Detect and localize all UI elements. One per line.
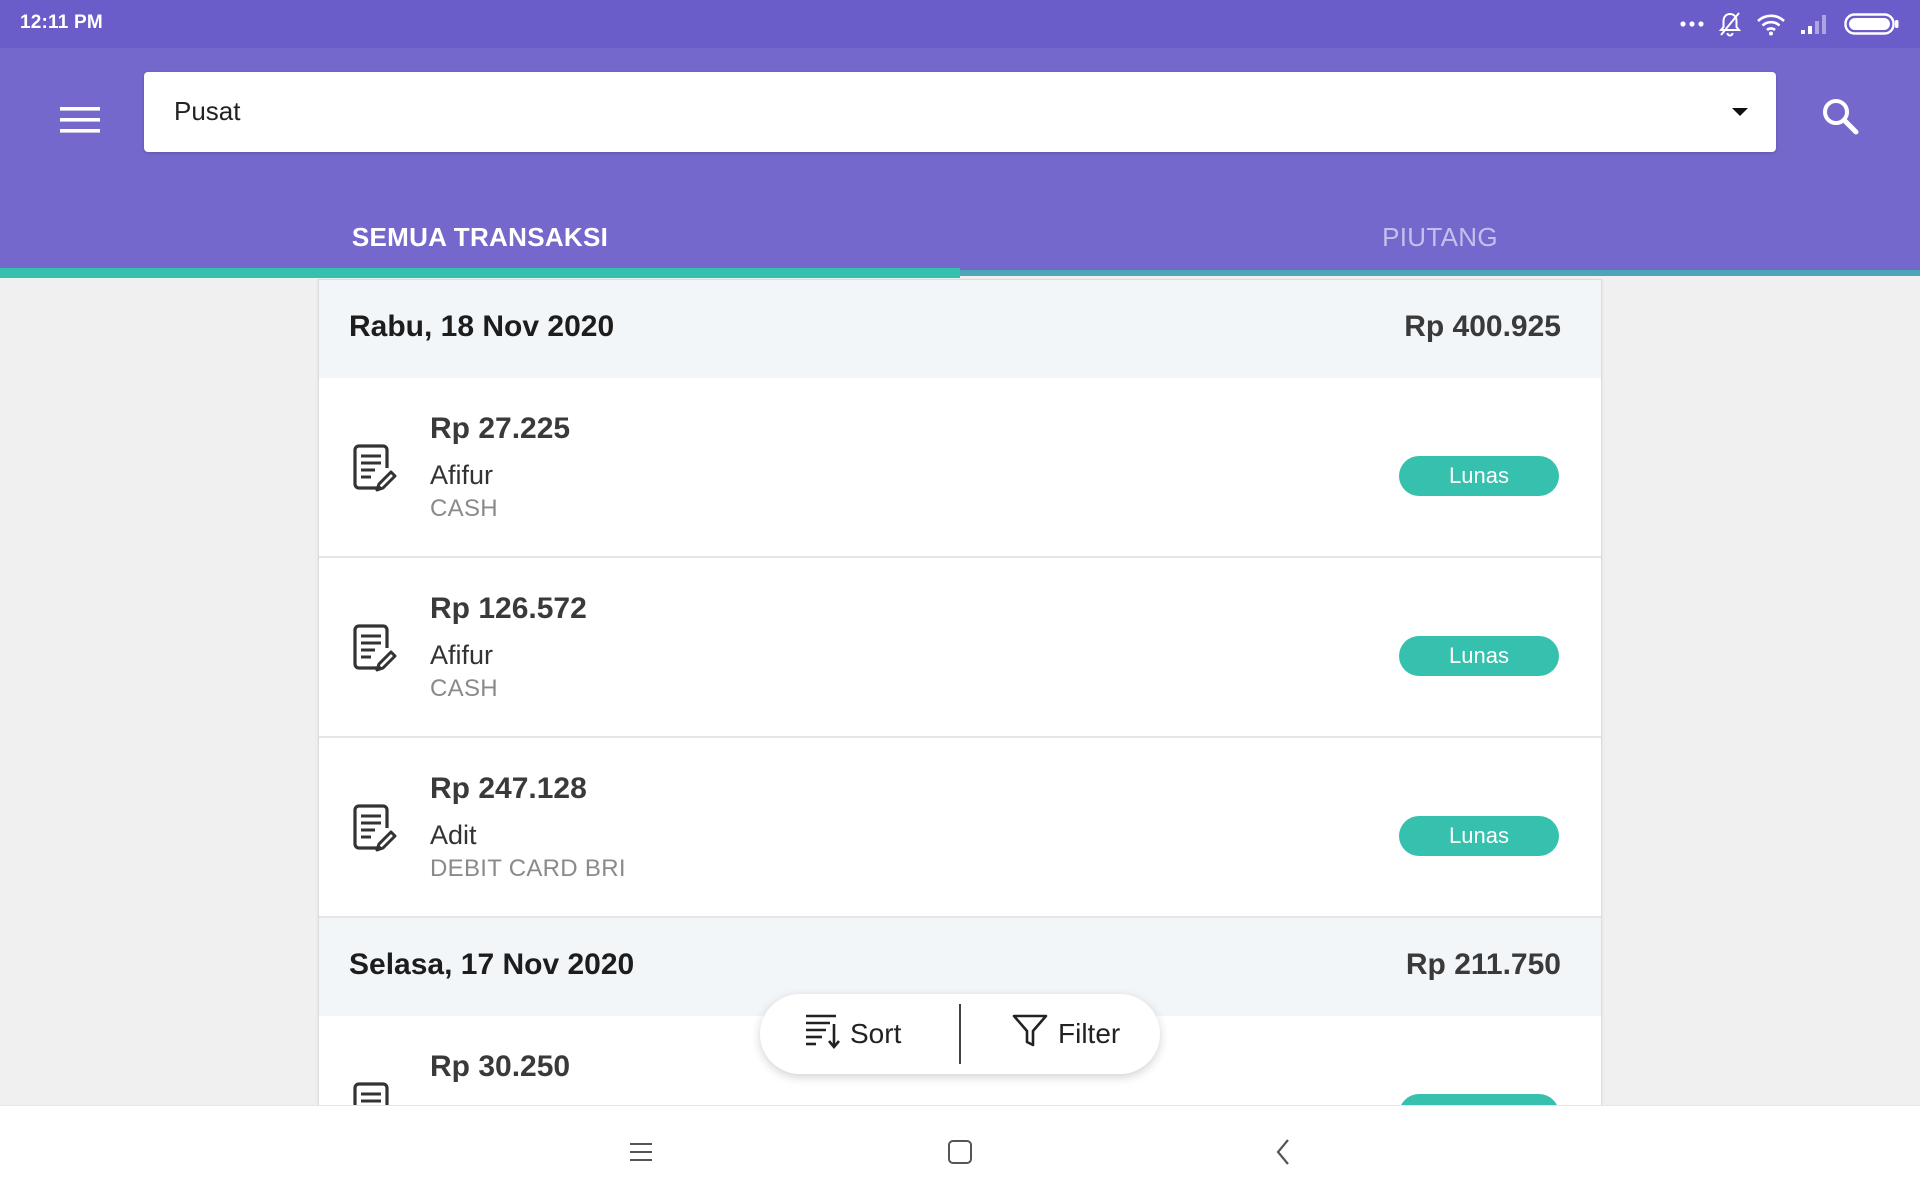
transaction-amount: Rp 247.128 (430, 772, 587, 805)
filter-button[interactable]: Filter (1012, 994, 1120, 1074)
status-bar: 12:11 PM (0, 0, 1920, 48)
location-select[interactable]: Pusat (144, 72, 1776, 152)
transaction-customer: Adit (430, 820, 477, 850)
transaction-row[interactable]: Rp 126.572 Afifur CASH Lunas (319, 558, 1601, 738)
recents-button[interactable] (621, 1134, 661, 1174)
day-label: Rabu, 18 Nov 2020 (349, 310, 615, 343)
app-bar: Pusat SEMUA TRANSAKSI PIUTANG (0, 48, 1920, 278)
hamburger-menu-icon (60, 106, 100, 139)
sort-filter-bar: Sort Filter (760, 994, 1160, 1074)
location-value: Pusat (174, 96, 241, 126)
receipt-edit-icon (351, 1082, 397, 1105)
transaction-amount: Rp 30.250 (430, 1050, 571, 1083)
recents-icon (628, 1141, 654, 1168)
status-badge: Lunas (1399, 456, 1559, 496)
transaction-customer: Afifur (430, 460, 494, 490)
home-button[interactable] (940, 1134, 980, 1174)
sort-button[interactable]: Sort (804, 994, 901, 1074)
transaction-amount: Rp 126.572 (430, 592, 587, 625)
back-icon (1275, 1138, 1291, 1171)
home-icon (947, 1139, 973, 1170)
search-button[interactable] (1808, 86, 1872, 150)
filter-icon (1012, 1014, 1048, 1055)
transaction-amount: Rp 27.225 (430, 412, 571, 445)
day-label: Selasa, 17 Nov 2020 (349, 948, 635, 981)
receipt-edit-icon (351, 624, 397, 676)
filter-label: Filter (1058, 1018, 1121, 1049)
sort-label: Sort (850, 1018, 902, 1049)
menu-button[interactable] (48, 90, 112, 154)
transaction-customer: Afifur (430, 640, 494, 670)
status-icons (1680, 10, 1900, 38)
day-total: Rp 211.750 (1405, 948, 1561, 981)
wifi-icon (1756, 12, 1786, 36)
transaction-list[interactable]: Rabu, 18 Nov 2020 Rp 400.925 Rp 27.225 A… (319, 280, 1601, 1105)
dropdown-caret-icon (1724, 96, 1756, 128)
tab-bar: SEMUA TRANSAKSI PIUTANG (0, 198, 1920, 276)
transaction-payment-method: CASH (430, 675, 498, 702)
tab-piutang[interactable]: PIUTANG (960, 198, 1920, 276)
status-badge: Lunas (1399, 816, 1559, 856)
more-dots-icon (1680, 20, 1704, 28)
status-badge: Lunas (1399, 636, 1559, 676)
status-time: 12:11 PM (20, 12, 103, 33)
receipt-edit-icon (351, 804, 397, 856)
transaction-payment-method: DEBIT CARD BRI (430, 855, 626, 882)
day-header: Rabu, 18 Nov 2020 Rp 400.925 (319, 280, 1601, 378)
receipt-edit-icon (351, 444, 397, 496)
system-nav-bar (0, 1105, 1920, 1200)
back-button[interactable] (1263, 1134, 1303, 1174)
tab-semua-transaksi[interactable]: SEMUA TRANSAKSI (0, 198, 960, 276)
transaction-row[interactable]: Rp 27.225 Afifur CASH Lunas (319, 378, 1601, 558)
tab-indicator (0, 268, 960, 278)
battery-icon (1844, 13, 1900, 35)
day-total: Rp 400.925 (1404, 310, 1561, 343)
search-icon (1820, 96, 1860, 141)
sort-icon (804, 1012, 840, 1057)
signal-icon (1800, 13, 1830, 35)
pill-divider (959, 1004, 961, 1064)
transaction-payment-method: CASH (430, 495, 498, 522)
notifications-off-icon (1718, 11, 1742, 37)
transaction-row[interactable]: Rp 247.128 Adit DEBIT CARD BRI Lunas (319, 738, 1601, 918)
status-badge (1399, 1094, 1559, 1105)
